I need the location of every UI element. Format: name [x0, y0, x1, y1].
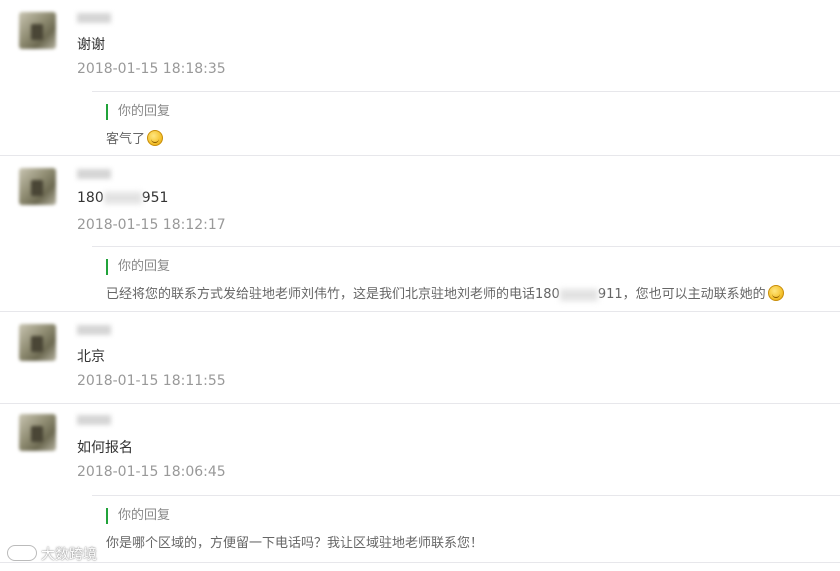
comment-text: 如何报名	[77, 440, 133, 456]
watermark: 大数跨境	[7, 544, 97, 564]
comment-text: 谢谢	[77, 37, 105, 53]
smile-emoji-icon	[767, 285, 784, 301]
reply-label: 你的回复	[106, 259, 170, 275]
nickname-masked	[77, 324, 111, 338]
comment-text: 北京	[77, 349, 105, 365]
reply-text: 你是哪个区域的，方便留一下电话吗？我让区域驻地老师联系您！	[106, 536, 484, 551]
nickname-masked	[77, 414, 111, 428]
avatar[interactable]	[19, 324, 56, 361]
avatar[interactable]	[19, 414, 56, 451]
comment-time: 2018-01-15 18:11:55	[77, 373, 226, 389]
avatar[interactable]	[19, 12, 56, 49]
reply-block: 你的回复 客气了	[92, 91, 840, 155]
comment-text: 180 951	[77, 190, 169, 206]
reply-text: 已经将您的联系方式发给驻地老师刘伟竹，这是我们北京驻地刘老师的电话180 911，…	[106, 283, 784, 302]
phone-mask	[103, 192, 142, 204]
comment-item: 谢谢 2018-01-15 18:18:35 你的回复 客气了	[0, 0, 840, 156]
phone-mask	[559, 288, 598, 301]
watermark-logo-icon	[7, 545, 37, 561]
reply-label: 你的回复	[106, 508, 170, 524]
smile-emoji-icon	[147, 130, 164, 146]
avatar[interactable]	[19, 168, 56, 205]
reply-block: 你的回复 已经将您的联系方式发给驻地老师刘伟竹，这是我们北京驻地刘老师的电话18…	[92, 246, 840, 311]
reply-block: 你的回复 你是哪个区域的，方便留一下电话吗？我让区域驻地老师联系您！	[92, 495, 840, 562]
comment-item: 180 951 2018-01-15 18:12:17 你的回复 已经将您的联系方…	[0, 156, 840, 312]
reply-label: 你的回复	[106, 104, 170, 120]
comment-time: 2018-01-15 18:12:17	[77, 217, 226, 233]
comment-item: 如何报名 2018-01-15 18:06:45 你的回复 你是哪个区域的，方便…	[0, 404, 840, 563]
nickname-masked	[77, 168, 111, 182]
comment-time: 2018-01-15 18:06:45	[77, 464, 226, 480]
comment-item: 北京 2018-01-15 18:11:55	[0, 312, 840, 404]
reply-text: 客气了	[106, 128, 164, 147]
comment-time: 2018-01-15 18:18:35	[77, 61, 226, 77]
nickname-masked	[77, 12, 111, 26]
